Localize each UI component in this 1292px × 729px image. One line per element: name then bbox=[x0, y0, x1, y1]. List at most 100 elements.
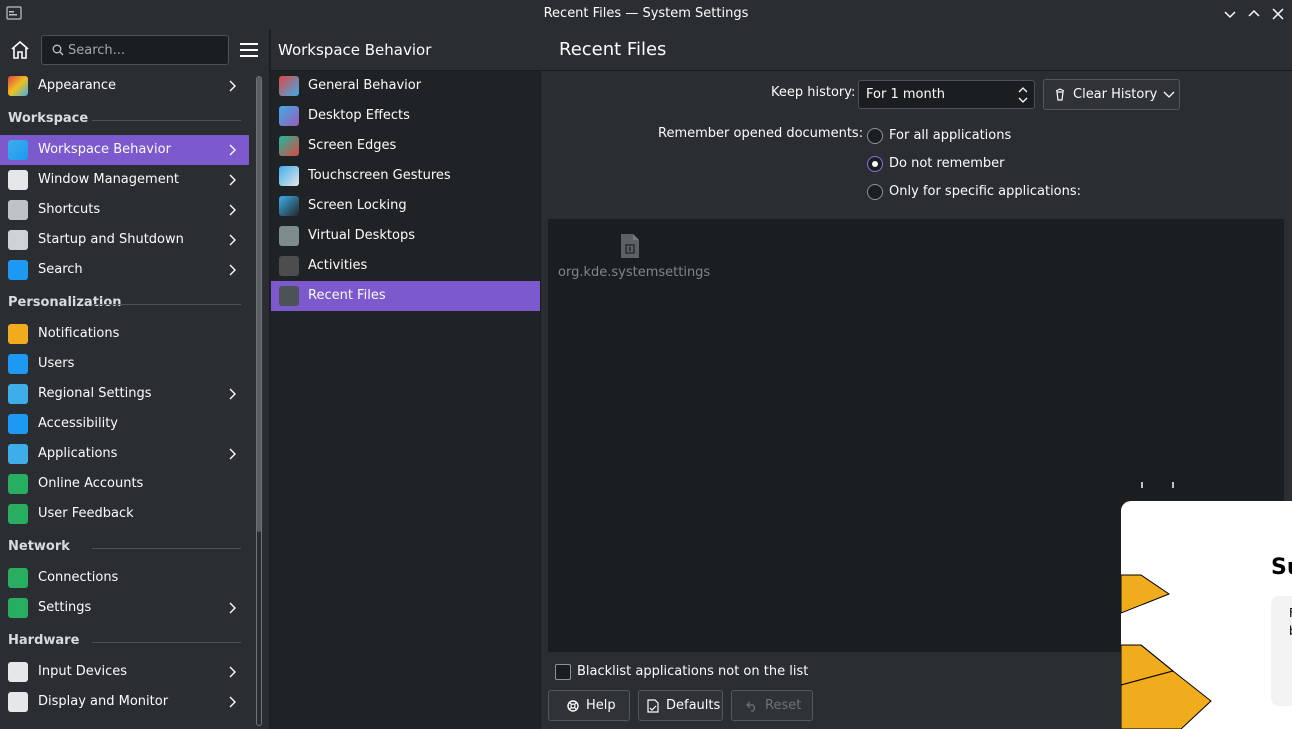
subcategory-item-recent-files[interactable]: Recent Files bbox=[271, 281, 540, 311]
sidebar: Appearance Workspace Workspace Behavior Win… bbox=[0, 29, 270, 729]
home-icon[interactable] bbox=[9, 39, 31, 61]
sidebar-item-label: Connections bbox=[38, 570, 119, 585]
sidebar-item-label: Appearance bbox=[38, 78, 117, 93]
virtual-desktops-icon bbox=[279, 226, 299, 246]
sidebar-item-user-feedback[interactable]: User Feedback bbox=[0, 499, 249, 529]
sidebar-item-label: Startup and Shutdown bbox=[38, 232, 184, 247]
sidebar-item-settings[interactable]: Settings bbox=[0, 593, 249, 623]
subcategory-label: Activities bbox=[308, 258, 368, 273]
subcategory-item-desktop-effects[interactable]: Desktop Effects bbox=[271, 101, 540, 131]
radio-all-applications-label[interactable]: For all applications bbox=[889, 128, 1011, 143]
page-title: Recent Files bbox=[559, 39, 667, 60]
sidebar-item-label: Settings bbox=[38, 600, 92, 615]
section-heading: Workspace bbox=[8, 111, 89, 126]
file-icon bbox=[621, 234, 639, 258]
radio-all-applications[interactable] bbox=[867, 128, 883, 144]
help-label: Help bbox=[586, 698, 616, 713]
sidebar-item-shortcuts[interactable]: Shortcuts bbox=[0, 195, 249, 225]
sidebar-list: Appearance Workspace Workspace Behavior Win… bbox=[0, 71, 249, 717]
subcategory-item-virtual-desktops[interactable]: Virtual Desktops bbox=[271, 221, 540, 251]
sidebar-item-online-accounts[interactable]: Online Accounts bbox=[0, 469, 249, 499]
sidebar-item-connections[interactable]: Connections bbox=[0, 563, 249, 593]
blacklist-checkbox[interactable] bbox=[555, 664, 571, 680]
startup-icon bbox=[8, 230, 28, 250]
search-input[interactable] bbox=[68, 41, 218, 59]
sidebar-scrollbar[interactable] bbox=[256, 76, 262, 726]
app-list-item[interactable]: org.kde.systemsettings bbox=[558, 233, 710, 283]
subcategory-item-screen-locking[interactable]: Screen Locking bbox=[271, 191, 540, 221]
clock-icon bbox=[279, 286, 299, 306]
chevron-down-icon bbox=[1163, 91, 1175, 98]
help-button[interactable]: Help bbox=[548, 690, 630, 721]
section-heading: Hardware bbox=[8, 633, 80, 648]
chevron-right-icon bbox=[229, 80, 236, 92]
sidebar-section-personalization: Personalization bbox=[0, 285, 249, 319]
search-field[interactable] bbox=[41, 35, 229, 65]
help-icon bbox=[567, 700, 579, 712]
minimize-icon[interactable] bbox=[1221, 5, 1239, 23]
sidebar-item-users[interactable]: Users bbox=[0, 349, 249, 379]
radio-do-not-remember[interactable] bbox=[867, 156, 883, 172]
subcategory-label: Desktop Effects bbox=[308, 108, 410, 123]
chevron-right-icon bbox=[229, 204, 236, 216]
subcategory-label: Recent Files bbox=[308, 288, 386, 303]
sidebar-item-label: Window Management bbox=[38, 172, 180, 187]
overlay-window-fragment[interactable]: Su F b bbox=[1121, 501, 1292, 729]
sidebar-item-accessibility[interactable]: Accessibility bbox=[0, 409, 249, 439]
sidebar-item-regional-settings[interactable]: Regional Settings bbox=[0, 379, 249, 409]
scrollbar-thumb[interactable] bbox=[257, 77, 261, 532]
radio-specific-applications[interactable] bbox=[867, 184, 883, 200]
clear-history-icon bbox=[1055, 88, 1065, 101]
overlay-card: F b bbox=[1271, 596, 1292, 706]
defaults-button[interactable]: Defaults bbox=[638, 690, 723, 721]
sidebar-item-applications[interactable]: Applications bbox=[0, 439, 249, 469]
sidebar-item-label: Users bbox=[38, 356, 75, 371]
sidebar-item-appearance[interactable]: Appearance bbox=[0, 71, 249, 101]
sidebar-item-notifications[interactable]: Notifications bbox=[0, 319, 249, 349]
users-icon bbox=[8, 354, 28, 374]
reset-label: Reset bbox=[765, 698, 802, 713]
keep-history-label: Keep history: bbox=[771, 85, 856, 100]
reset-button[interactable]: Reset bbox=[731, 690, 813, 721]
sidebar-item-label: Workspace Behavior bbox=[38, 142, 171, 157]
chevron-right-icon bbox=[229, 602, 236, 614]
subcategory-item-touchscreen-gestures[interactable]: Touchscreen Gestures bbox=[271, 161, 540, 191]
blacklist-label[interactable]: Blacklist applications not on the list bbox=[577, 664, 808, 679]
screen-edges-icon bbox=[279, 136, 299, 156]
subcategory-item-screen-edges[interactable]: Screen Edges bbox=[271, 131, 540, 161]
subcategory-label: Touchscreen Gestures bbox=[308, 168, 451, 183]
section-divider bbox=[92, 548, 241, 549]
network-settings-icon bbox=[8, 598, 28, 618]
touch-icon bbox=[279, 166, 299, 186]
sidebar-item-display-and-monitor[interactable]: Display and Monitor bbox=[0, 687, 249, 717]
overlay-mark-right bbox=[1172, 482, 1174, 488]
chevron-right-icon bbox=[229, 144, 236, 156]
sidebar-item-label: Notifications bbox=[38, 326, 120, 341]
close-icon[interactable] bbox=[1269, 5, 1287, 23]
radio-specific-applications-label[interactable]: Only for specific applications: bbox=[889, 184, 1081, 199]
undo-icon bbox=[746, 701, 755, 712]
subcategory-item-activities[interactable]: Activities bbox=[271, 251, 540, 281]
app-name: org.kde.systemsettings bbox=[558, 265, 711, 280]
maximize-icon[interactable] bbox=[1245, 5, 1263, 23]
globe-icon bbox=[8, 568, 28, 588]
section-divider bbox=[92, 304, 241, 305]
subcategory-label: Screen Locking bbox=[308, 198, 407, 213]
sidebar-item-search[interactable]: Search bbox=[0, 255, 249, 285]
window-management-icon bbox=[8, 170, 28, 190]
radio-do-not-remember-label[interactable]: Do not remember bbox=[889, 156, 1005, 171]
clear-history-button[interactable]: Clear History bbox=[1043, 79, 1180, 110]
sidebar-item-input-devices[interactable]: Input Devices bbox=[0, 657, 249, 687]
hamburger-menu-icon[interactable] bbox=[239, 41, 259, 59]
sidebar-item-window-management[interactable]: Window Management bbox=[0, 165, 249, 195]
subcategory-label: Screen Edges bbox=[308, 138, 397, 153]
spin-arrows-icon[interactable] bbox=[1017, 84, 1029, 106]
sidebar-item-startup-and-shutdown[interactable]: Startup and Shutdown bbox=[0, 225, 249, 255]
chevron-right-icon bbox=[229, 448, 236, 460]
subcategory-label: General Behavior bbox=[308, 78, 422, 93]
sidebar-item-label: Applications bbox=[38, 446, 118, 461]
subcategory-item-general-behavior[interactable]: General Behavior bbox=[271, 71, 540, 101]
sidebar-item-workspace-behavior[interactable]: Workspace Behavior bbox=[0, 135, 249, 165]
keep-history-spinbox[interactable]: For 1 month bbox=[858, 80, 1035, 109]
monitor-icon bbox=[8, 692, 28, 712]
